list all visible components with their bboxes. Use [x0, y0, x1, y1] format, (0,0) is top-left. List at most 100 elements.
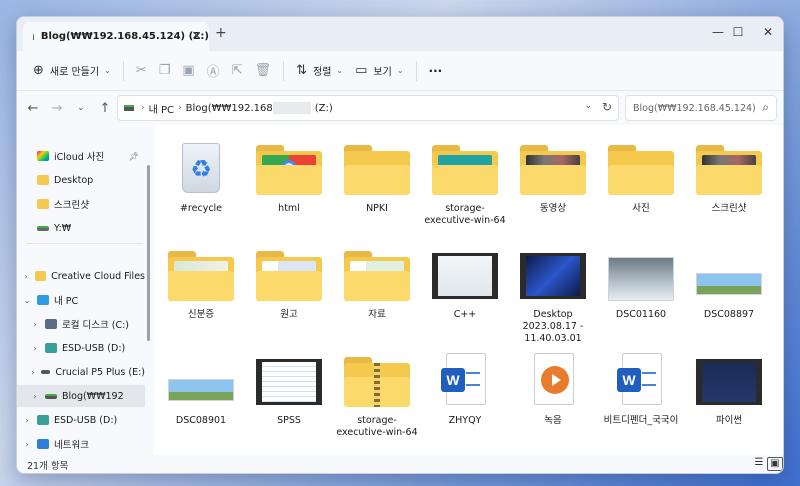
file-item[interactable]: 원고 [246, 239, 332, 345]
address-row: ← → ⌄ ↑ › 내 PC › Blog(₩₩192.168 (Z:) ⌄ ↻… [17, 91, 783, 125]
word-document-icon: W [608, 353, 674, 409]
breadcrumb-drive[interactable]: Blog(₩₩192.168 [186, 103, 273, 114]
windows-drive-icon [45, 319, 57, 329]
photo-thumbnail [608, 247, 674, 303]
address-bar[interactable]: › 내 PC › Blog(₩₩192.168 (Z:) ⌄ ↻ [117, 95, 619, 121]
view-button[interactable]: ▭ 보기 ⌄ [349, 57, 409, 85]
sidebar-item-crucial[interactable]: › Crucial P5 Plus (E:) [17, 361, 145, 383]
file-item[interactable]: storage-executive-win-64 [334, 345, 420, 451]
sidebar-item-label: Y:₩ [54, 222, 72, 234]
chevron-right-icon[interactable]: › [17, 440, 37, 449]
file-item[interactable]: 녹음 [510, 345, 596, 451]
rename-button[interactable]: Ⓐ [201, 57, 226, 85]
file-item[interactable]: NPKI [334, 133, 420, 239]
back-arrow-icon[interactable]: ← [21, 101, 45, 116]
share-button[interactable]: ⇱ [226, 57, 249, 85]
search-input[interactable]: Blog(₩₩192.168.45.124) (... ⌕ [625, 95, 777, 121]
chevron-right-icon[interactable]: › [25, 344, 45, 353]
delete-button[interactable]: 🗑︎ [249, 57, 278, 85]
file-item[interactable]: C++ [422, 239, 508, 345]
file-item[interactable]: DSC08897 [686, 239, 772, 345]
sidebar-item-this-pc[interactable]: ⌄ 내 PC [17, 289, 145, 311]
chevron-down-icon[interactable]: ⌄ [69, 103, 93, 113]
share-icon: ⇱ [231, 63, 243, 78]
tab-close-icon[interactable]: ✕ [192, 29, 201, 42]
file-item-label: DSC08897 [703, 309, 755, 320]
maximize-button[interactable]: ☐ [723, 21, 753, 43]
creative-cloud-icon [35, 271, 47, 281]
usb-drive-icon [37, 415, 49, 425]
file-item[interactable]: storage-executive-win-64 [422, 133, 508, 239]
file-item-label: 자료 [368, 309, 386, 320]
chevron-right-icon[interactable]: › [25, 392, 45, 401]
chevron-right-icon[interactable]: › [17, 416, 37, 425]
folder-icon [37, 175, 49, 185]
file-item[interactable]: 파이썬 [686, 345, 772, 451]
sidebar-item-blog-drive[interactable]: › Blog(₩₩192 [17, 385, 145, 407]
file-item[interactable]: 자료 [334, 239, 420, 345]
search-placeholder: Blog(₩₩192.168.45.124) (... [633, 102, 755, 114]
close-button[interactable]: ✕ [753, 21, 783, 43]
sidebar-item-y-drive[interactable]: Y:₩ [17, 217, 145, 239]
large-icons-view-icon[interactable]: ▣ [767, 457, 783, 471]
new-tab-button[interactable]: + [215, 25, 227, 41]
forward-arrow-icon[interactable]: → [45, 101, 69, 116]
chevron-right-icon[interactable]: › [17, 272, 35, 281]
sidebar-divider [27, 243, 143, 244]
breadcrumb-this-pc[interactable]: 내 PC [149, 101, 174, 116]
file-item[interactable]: DSC01160 [598, 239, 684, 345]
file-item[interactable]: SPSS [246, 345, 332, 451]
sidebar-item-local-disk[interactable]: › 로컬 디스크 (C:) [17, 313, 145, 335]
sidebar-item-creative-cloud[interactable]: › Creative Cloud Files [17, 265, 146, 287]
file-item[interactable]: 신분증 [158, 239, 244, 345]
sort-button[interactable]: ⇅ 정렬 ⌄ [290, 57, 349, 85]
sidebar-item-esd-usb[interactable]: › ESD-USB (D:) [17, 337, 145, 359]
file-item[interactable]: DSC08901 [158, 345, 244, 451]
file-item[interactable]: 스크린샷 [686, 133, 772, 239]
icloud-photos-icon [37, 151, 49, 161]
file-item-label: C++ [453, 309, 477, 320]
toolbar-divider [415, 60, 417, 81]
file-item[interactable]: ♻ #recycle [158, 133, 244, 239]
audio-file-icon [520, 353, 586, 409]
folder-icon [344, 141, 410, 197]
view-button-label: 보기 [373, 67, 392, 78]
sidebar-item-label: 내 PC [54, 296, 79, 307]
sidebar-item-label: iCloud 사진 [54, 152, 105, 163]
tab-current[interactable]: Blog(₩₩192.168.45.124) (Z:) ✕ [23, 22, 209, 51]
chevron-right-icon[interactable]: › [25, 320, 45, 329]
video-thumbnail [696, 353, 762, 409]
breadcrumb-drive-letter[interactable]: (Z:) [315, 103, 333, 114]
chevron-down-icon: ⌄ [336, 66, 344, 75]
sidebar-item-label: 네트워크 [54, 440, 89, 451]
sidebar-item-esd-usb-2[interactable]: › ESD-USB (D:) [17, 409, 145, 431]
photo-thumbnail [696, 247, 762, 303]
paste-button[interactable]: ▣ [176, 57, 200, 85]
file-item[interactable]: 사진 [598, 133, 684, 239]
cut-button[interactable]: ✂ [130, 57, 153, 85]
sidebar-scrollbar[interactable] [147, 165, 150, 341]
new-button[interactable]: ⊕ 새로 만들기 ⌄ [27, 57, 117, 85]
sidebar-item-desktop[interactable]: Desktop [17, 169, 145, 191]
file-item[interactable]: html [246, 133, 332, 239]
sidebar-item-network[interactable]: › 네트워크 [17, 433, 145, 455]
sidebar-item-icloud-photos[interactable]: iCloud 사진 📌︎ [17, 145, 145, 167]
refresh-icon[interactable]: ↻ [602, 100, 612, 114]
more-options-button[interactable]: ··· [423, 57, 449, 85]
copy-button[interactable]: ❐ [153, 57, 177, 85]
chevron-down-icon[interactable]: ⌄ [584, 101, 592, 111]
sidebar-item-label: 스크린샷 [54, 200, 89, 211]
scissors-icon: ✂ [135, 63, 147, 78]
search-icon[interactable]: ⌕ [762, 100, 769, 115]
chevron-right-icon[interactable]: › [25, 368, 41, 377]
file-item-label: 비트디펜더_국국이 [603, 415, 679, 426]
sidebar-item-screenshots[interactable]: 스크린샷 [17, 193, 145, 215]
file-item[interactable]: W ZHYQY [422, 345, 508, 451]
up-arrow-icon[interactable]: ↑ [93, 101, 117, 116]
file-item[interactable]: Desktop 2023.08.17 - 11.40.03.01 [510, 239, 596, 345]
chevron-down-icon[interactable]: ⌄ [17, 296, 37, 305]
details-view-icon[interactable]: ☰ [751, 457, 767, 471]
file-item[interactable]: 동영상 [510, 133, 596, 239]
file-item[interactable]: W 비트디펜더_국국이 [598, 345, 684, 451]
file-item-label: NPKI [366, 203, 388, 214]
